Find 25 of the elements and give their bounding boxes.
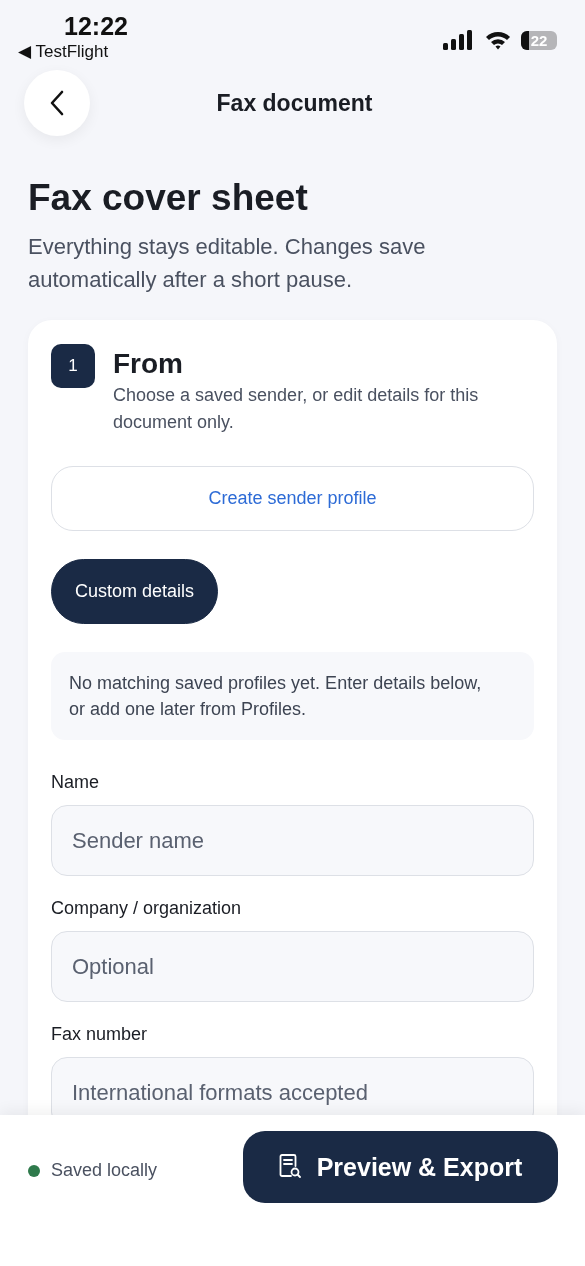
input-field[interactable]: International formats accepted xyxy=(51,1057,534,1115)
input-field[interactable]: Sender name xyxy=(51,805,534,876)
battery-indicator: 22 xyxy=(521,30,557,50)
section-description: Choose a saved sender, or edit details for this document only. xyxy=(113,384,480,434)
wifi-icon xyxy=(485,30,511,50)
step-badge: 1 xyxy=(51,344,95,388)
document-search-icon xyxy=(278,1154,301,1180)
field-label: Fax number xyxy=(51,1023,149,1046)
signal-icon xyxy=(443,30,475,50)
notice-text: No matching saved profiles yet. Enter details below, or add one later from Profiles. xyxy=(51,652,534,740)
input-field[interactable]: Optional xyxy=(51,931,534,1002)
field-label: Name xyxy=(51,771,100,794)
header-title: Fax document xyxy=(216,89,373,117)
option-chip[interactable]: Custom details xyxy=(51,559,219,624)
create-profile-button[interactable]: Create sender profile xyxy=(51,466,534,531)
back-to-app-link[interactable]: ◀ TestFlight xyxy=(18,40,109,64)
field-label: Company / organization xyxy=(51,897,243,920)
save-status: Saved locally xyxy=(51,1160,158,1181)
status-time: 12:22 xyxy=(64,12,128,40)
preview-export-button[interactable]: Preview & Export xyxy=(243,1131,558,1203)
section-title: From xyxy=(113,347,184,381)
chevron-left-icon xyxy=(50,90,64,116)
page-subtitle: Everything stays editable. Changes save automatically after a short pause. xyxy=(28,233,427,294)
status-dot xyxy=(28,1164,40,1177)
page-title: Fax cover sheet xyxy=(28,176,309,220)
